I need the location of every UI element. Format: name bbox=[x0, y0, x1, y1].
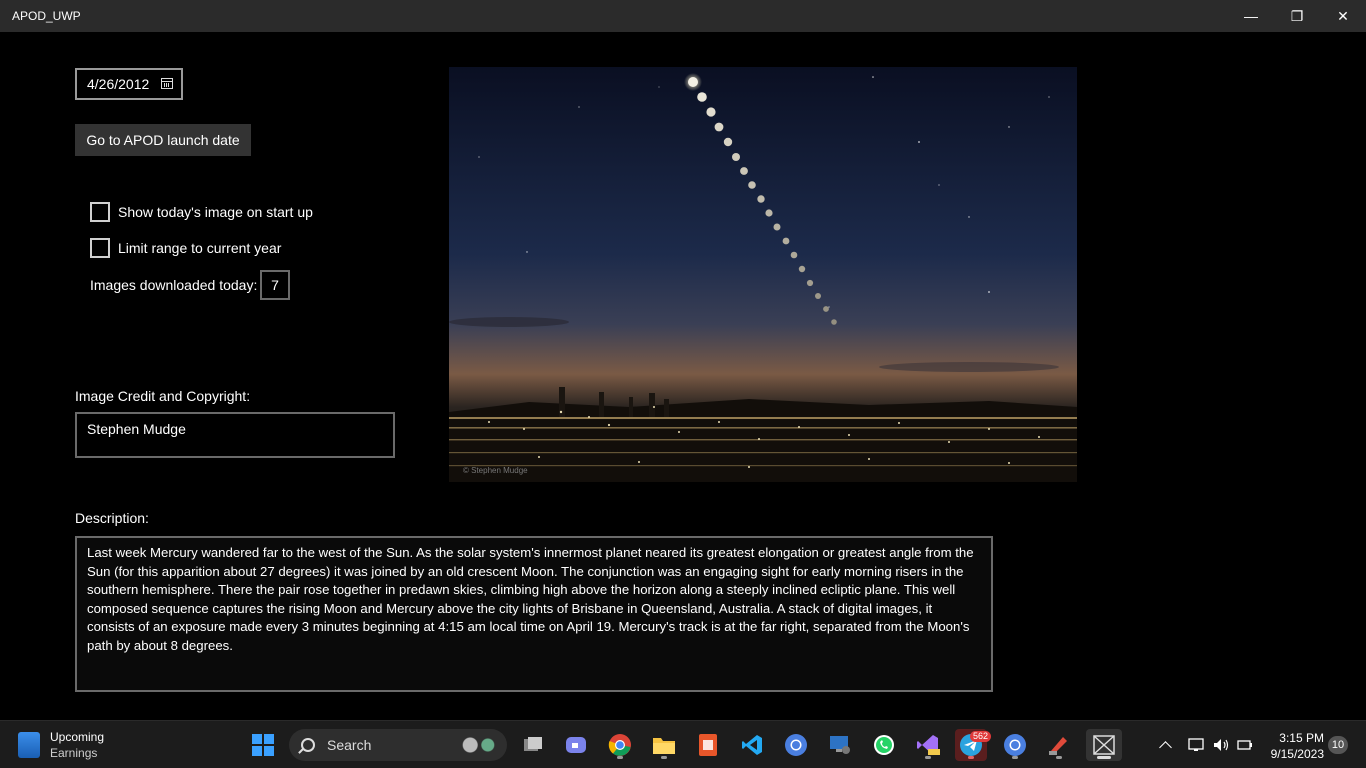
whatsapp-icon bbox=[874, 735, 894, 755]
apod-image-drawing: © Stephen Mudge bbox=[449, 67, 1077, 482]
minimize-button[interactable]: — bbox=[1228, 0, 1274, 32]
show-hidden-icons-button[interactable] bbox=[1152, 729, 1178, 761]
date-value: 4/26/2012 bbox=[87, 76, 150, 92]
visual-studio-icon bbox=[917, 735, 940, 755]
teams-button[interactable] bbox=[560, 729, 592, 761]
file-explorer-button[interactable] bbox=[648, 729, 680, 761]
telegram-button[interactable]: 562 bbox=[955, 729, 991, 761]
start-button[interactable] bbox=[247, 729, 279, 761]
chevron-up-icon bbox=[1158, 741, 1172, 754]
running-indicator bbox=[925, 756, 931, 759]
clock-date: 9/15/2023 bbox=[1270, 747, 1324, 761]
launch-date-button[interactable]: Go to APOD launch date bbox=[75, 124, 251, 156]
image-watermark: © Stephen Mudge bbox=[463, 466, 528, 475]
whatsapp-button[interactable] bbox=[868, 729, 900, 761]
taskbar-search[interactable]: Search bbox=[289, 729, 507, 761]
running-indicator bbox=[1012, 756, 1018, 759]
widget-subtitle: Earnings bbox=[50, 746, 98, 760]
chromium-2-button[interactable] bbox=[999, 729, 1031, 761]
images-downloaded-label: Images downloaded today: bbox=[90, 277, 258, 293]
taskbar: Upcoming Earnings Search 562 3:15 PM 9/1… bbox=[0, 720, 1366, 768]
limit-range-option[interactable]: Limit range to current year bbox=[90, 238, 281, 258]
stock-chart-icon bbox=[18, 732, 40, 758]
network-button[interactable] bbox=[1184, 729, 1210, 761]
battery-icon bbox=[1237, 740, 1252, 750]
notification-count-badge[interactable]: 10 bbox=[1328, 736, 1348, 754]
vscode-button[interactable] bbox=[736, 729, 768, 761]
volume-button[interactable] bbox=[1208, 729, 1234, 761]
description-field[interactable]: Last week Mercury wandered far to the we… bbox=[75, 536, 993, 692]
vscode-icon bbox=[742, 735, 762, 755]
task-view-button[interactable] bbox=[517, 729, 549, 761]
clock-time: 3:15 PM bbox=[1279, 731, 1324, 745]
teams-chat-icon bbox=[566, 737, 586, 753]
limit-range-label: Limit range to current year bbox=[118, 240, 282, 256]
running-indicator bbox=[968, 756, 974, 759]
network-icon bbox=[1188, 738, 1204, 751]
limit-range-checkbox[interactable] bbox=[90, 238, 110, 258]
app-content: 4/26/2012 Go to APOD launch date Show to… bbox=[0, 32, 1366, 720]
images-downloaded-value: 7 bbox=[260, 270, 290, 300]
description-label: Description: bbox=[75, 510, 149, 526]
ccleaner-button[interactable] bbox=[1043, 729, 1075, 761]
folder-icon bbox=[653, 738, 675, 754]
search-icon bbox=[301, 738, 315, 752]
speaker-icon bbox=[1214, 739, 1229, 751]
maximize-button[interactable]: ❐ bbox=[1274, 0, 1320, 32]
apod-image: © Stephen Mudge bbox=[449, 67, 1077, 482]
window-title: APOD_UWP bbox=[12, 9, 81, 23]
credit-label: Image Credit and Copyright: bbox=[75, 388, 251, 404]
restore-icon: ❐ bbox=[1290, 7, 1304, 24]
clock[interactable]: 3:15 PM 9/15/2023 bbox=[1262, 730, 1324, 762]
office-app-button[interactable] bbox=[692, 729, 724, 761]
close-button[interactable]: ✕ bbox=[1320, 0, 1366, 32]
widget-title: Upcoming bbox=[50, 730, 105, 744]
remote-desktop-icon bbox=[830, 736, 850, 754]
calendar-icon bbox=[161, 78, 173, 89]
remote-desktop-button[interactable] bbox=[824, 729, 856, 761]
show-today-label: Show today's image on start up bbox=[118, 204, 313, 220]
date-picker[interactable]: 4/26/2012 bbox=[75, 68, 183, 100]
chromium-icon bbox=[1004, 734, 1026, 756]
running-indicator bbox=[661, 756, 667, 759]
chromium-icon bbox=[785, 734, 807, 756]
running-indicator bbox=[617, 756, 623, 759]
widgets-button[interactable]: Upcoming Earnings bbox=[18, 729, 104, 761]
visual-studio-button[interactable] bbox=[912, 729, 944, 761]
task-view-icon bbox=[524, 737, 542, 751]
credit-field[interactable]: Stephen Mudge bbox=[75, 412, 395, 458]
apod-uwp-button[interactable] bbox=[1086, 729, 1122, 761]
close-icon: ✕ bbox=[1337, 7, 1349, 24]
telegram-unread-badge: 562 bbox=[969, 731, 991, 742]
battery-button[interactable] bbox=[1232, 729, 1258, 761]
title-bar: APOD_UWP — ❐ ✕ bbox=[0, 0, 1366, 32]
chrome-button[interactable] bbox=[604, 729, 636, 761]
active-indicator bbox=[1097, 756, 1111, 759]
windows-logo-icon bbox=[252, 734, 274, 756]
search-label: Search bbox=[327, 737, 372, 753]
ccleaner-icon bbox=[1049, 737, 1067, 755]
show-today-checkbox[interactable] bbox=[90, 202, 110, 222]
minimize-icon: — bbox=[1244, 8, 1258, 24]
app-placeholder-icon bbox=[1093, 735, 1115, 755]
chromium-button[interactable] bbox=[780, 729, 812, 761]
office-icon bbox=[699, 734, 717, 756]
show-today-option[interactable]: Show today's image on start up bbox=[90, 202, 313, 222]
running-indicator bbox=[1056, 756, 1062, 759]
search-highlight-icon bbox=[457, 731, 501, 759]
chrome-icon bbox=[608, 734, 631, 756]
